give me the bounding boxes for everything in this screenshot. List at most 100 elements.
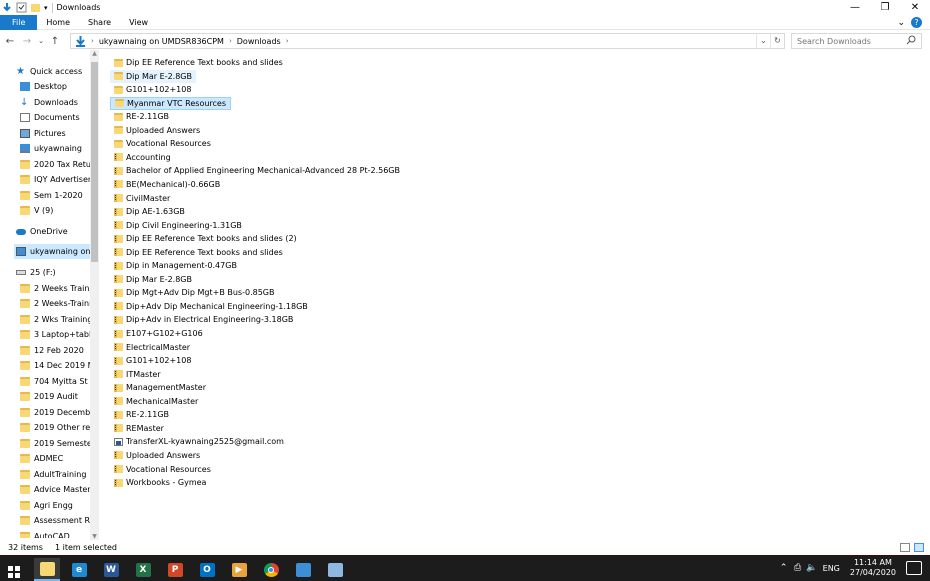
tab-share[interactable]: Share bbox=[79, 15, 120, 30]
nav-item[interactable]: ★ Quick access bbox=[16, 64, 82, 79]
breadcrumb-downloads[interactable]: Downloads bbox=[237, 37, 281, 46]
close-button[interactable]: ✕ bbox=[900, 0, 930, 15]
edge-taskbar-icon[interactable]: e bbox=[66, 558, 92, 581]
start-button[interactable] bbox=[0, 558, 26, 581]
nav-item[interactable]: Agri Engg bbox=[20, 498, 73, 513]
nav-item[interactable]: 2019 Other recor bbox=[20, 420, 90, 435]
nav-item[interactable]: ukyawnaing⚲ bbox=[20, 141, 82, 156]
file-row[interactable]: Dip EE Reference Text books and slides (… bbox=[110, 232, 301, 245]
tab-file[interactable]: File bbox=[0, 14, 38, 30]
search-input[interactable] bbox=[791, 33, 922, 49]
nav-item[interactable]: Desktop⚲ bbox=[20, 79, 67, 94]
nav-item[interactable]: ↓Downloads⚲ bbox=[20, 95, 78, 110]
file-row[interactable]: Dip Mgt+Adv Dip Mgt+B Bus-0.85GB bbox=[110, 286, 278, 299]
folder-icon[interactable] bbox=[30, 2, 41, 13]
nav-item[interactable]: AdultTraining bbox=[20, 467, 86, 482]
nav-item[interactable]: 2019 Semester 2 bbox=[20, 436, 90, 451]
file-row[interactable]: CivilMaster bbox=[110, 192, 174, 205]
nav-item[interactable]: Advice Master bbox=[20, 482, 90, 497]
file-row[interactable]: Uploaded Answers bbox=[110, 449, 204, 462]
file-row[interactable]: Dip Mar E-2.8GB bbox=[110, 69, 196, 83]
nav-item[interactable]: Documents⚲ bbox=[20, 110, 80, 125]
checkbox-icon[interactable] bbox=[16, 2, 27, 13]
nav-item[interactable]: 2019 Audit bbox=[20, 389, 78, 404]
nav-item[interactable]: 12 Feb 2020 bbox=[20, 343, 84, 358]
nav-item[interactable]: 2 Wks Training D bbox=[20, 312, 90, 327]
breadcrumb-chevron-icon[interactable]: › bbox=[286, 37, 289, 45]
word-taskbar-icon[interactable]: W bbox=[98, 558, 124, 581]
file-explorer-taskbar-icon[interactable] bbox=[34, 558, 60, 581]
nav-item[interactable]: AutoCAD bbox=[20, 529, 70, 538]
remote-desktop-taskbar-icon[interactable] bbox=[290, 558, 316, 581]
breadcrumb-chevron-icon[interactable]: › bbox=[91, 37, 94, 45]
file-row[interactable]: Dip Mar E-2.8GB bbox=[110, 273, 196, 286]
nav-item[interactable]: 14 Dec 2019 Myi bbox=[20, 358, 90, 373]
file-row[interactable]: E107+G102+G106 bbox=[110, 327, 207, 340]
scroll-thumb[interactable] bbox=[91, 62, 98, 262]
expand-ribbon-icon[interactable]: ⌄ bbox=[897, 18, 905, 28]
notification-icon[interactable] bbox=[906, 561, 922, 575]
nav-item[interactable]: 2 Weeks-Trainin bbox=[20, 296, 90, 311]
tab-view[interactable]: View bbox=[120, 15, 157, 30]
details-view-button[interactable] bbox=[900, 543, 910, 552]
refresh-icon[interactable]: ↻ bbox=[770, 34, 784, 48]
file-row[interactable]: Dip EE Reference Text books and slides bbox=[110, 246, 287, 259]
maximize-button[interactable]: ❐ bbox=[870, 0, 900, 15]
properties-icon[interactable] bbox=[2, 2, 13, 13]
nav-item[interactable]: Assessment Reso bbox=[20, 513, 90, 528]
nav-item[interactable]: Pictures⚲ bbox=[20, 126, 66, 141]
nav-item[interactable]: ADMEC bbox=[20, 451, 63, 466]
notepad-taskbar-icon[interactable] bbox=[322, 558, 348, 581]
forward-button[interactable]: → bbox=[20, 34, 34, 48]
file-row[interactable]: Dip AE-1.63GB bbox=[110, 205, 189, 218]
search-icon[interactable] bbox=[906, 35, 916, 45]
nav-item[interactable]: 3 Laptop+tablet bbox=[20, 327, 90, 342]
file-row[interactable]: Vocational Resources bbox=[110, 463, 215, 476]
breadcrumb-computer[interactable]: ukyawnaing on UMDSR836CPM bbox=[99, 37, 224, 46]
excel-taskbar-icon[interactable]: X bbox=[130, 558, 156, 581]
file-row[interactable]: ManagementMaster bbox=[110, 381, 210, 394]
qa-dropdown-icon[interactable]: ▾ bbox=[44, 4, 48, 12]
file-row[interactable]: Dip EE Reference Text books and slides bbox=[110, 56, 287, 69]
nav-item[interactable]: 2 Weeks Training bbox=[20, 281, 90, 296]
file-row[interactable]: Uploaded Answers bbox=[110, 124, 204, 137]
file-row[interactable]: Vocational Resources bbox=[110, 137, 215, 150]
nav-item[interactable]: V (9) bbox=[20, 203, 53, 218]
large-icons-view-button[interactable] bbox=[914, 543, 924, 552]
outlook-taskbar-icon[interactable]: O bbox=[194, 558, 220, 581]
file-row[interactable]: RE-2.11GB bbox=[110, 408, 173, 421]
minimize-button[interactable]: — bbox=[840, 0, 870, 15]
recent-locations-icon[interactable]: ⌄ bbox=[37, 34, 45, 48]
language-indicator[interactable]: ENG bbox=[823, 564, 840, 573]
file-row[interactable]: G101+102+108 bbox=[110, 83, 195, 96]
file-row[interactable]: ElectricalMaster bbox=[110, 341, 194, 354]
file-row[interactable]: BE(Mechanical)-0.66GB bbox=[110, 178, 224, 191]
scroll-up-icon[interactable]: ▲ bbox=[90, 50, 99, 57]
file-row[interactable]: Dip+Adv in Electrical Engineering-3.18GB bbox=[110, 313, 297, 326]
nav-item[interactable]: OneDrive bbox=[16, 224, 68, 239]
nav-item[interactable]: IQY Advertiseme bbox=[20, 172, 90, 187]
nav-item[interactable]: Sem 1-2020 bbox=[20, 188, 83, 203]
file-row[interactable]: Myanmar VTC Resources bbox=[110, 96, 232, 110]
file-row[interactable]: MechanicalMaster bbox=[110, 395, 202, 408]
nav-item[interactable]: 2019 December bbox=[20, 405, 90, 420]
media-player-taskbar-icon[interactable]: ▶ bbox=[226, 558, 252, 581]
file-row[interactable]: Bachelor of Applied Engineering Mechanic… bbox=[110, 164, 404, 177]
file-row[interactable]: Dip Civil Engineering-1.31GB bbox=[110, 219, 246, 232]
file-row[interactable]: G101+102+108 bbox=[110, 354, 195, 367]
help-icon[interactable]: ? bbox=[911, 17, 922, 28]
file-row[interactable]: RE-2.11GB bbox=[110, 110, 173, 123]
tray-chevron-icon[interactable]: ⌃ bbox=[777, 563, 791, 573]
nav-item[interactable]: 704 Myitta St bbox=[20, 374, 88, 389]
file-row[interactable]: ITMaster bbox=[110, 368, 165, 381]
file-row[interactable]: Dip in Management-0.47GB bbox=[110, 259, 241, 272]
address-bar[interactable]: › ukyawnaing on UMDSR836CPM › Downloads … bbox=[70, 33, 785, 49]
file-row[interactable]: Dip+Adv Dip Mechanical Engineering-1.18G… bbox=[110, 300, 312, 313]
file-row[interactable]: Workbooks - Gymea bbox=[110, 476, 210, 489]
up-button[interactable]: ↑ bbox=[48, 34, 62, 48]
chrome-taskbar-icon[interactable] bbox=[258, 558, 284, 581]
nav-scrollbar[interactable]: ▲ ▼ bbox=[90, 50, 99, 540]
file-row[interactable]: REMaster bbox=[110, 422, 168, 435]
nav-item[interactable]: 25 (F:) bbox=[16, 265, 56, 280]
scroll-down-icon[interactable]: ▼ bbox=[90, 533, 99, 540]
